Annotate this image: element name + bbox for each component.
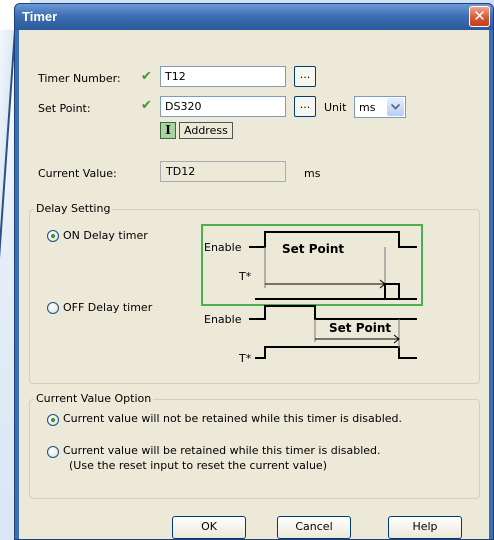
on-diagram-enable-label: Enable (204, 241, 242, 254)
not-retained-label[interactable]: Current value will not be retained while… (63, 412, 402, 425)
on-delay-label[interactable]: ON Delay timer (63, 229, 148, 242)
unit-select[interactable]: ms (354, 96, 406, 118)
delay-setting-legend: Delay Setting (34, 202, 113, 215)
off-delay-radio[interactable] (47, 302, 59, 314)
set-point-browse-button[interactable]: ... (294, 96, 316, 117)
off-diagram-enable-label: Enable (204, 313, 242, 326)
current-value-label: Current Value: (38, 167, 117, 180)
unit-label: Unit (324, 101, 347, 114)
address-button[interactable]: Address (179, 122, 233, 139)
dialog-body: Timer Number: ✔ T12 ... Set Point: ✔ DS3… (19, 30, 489, 539)
close-button[interactable]: ✕ (469, 6, 490, 27)
retained-label[interactable]: Current value will be retained while thi… (63, 444, 381, 457)
title-bar[interactable]: Timer ✕ (15, 4, 493, 30)
cancel-button[interactable]: Cancel (277, 516, 351, 539)
retained-radio[interactable] (47, 446, 59, 458)
retained-note: (Use the reset input to reset the curren… (69, 459, 327, 472)
set-point-label: Set Point: (38, 102, 91, 115)
window-title: Timer (22, 9, 58, 24)
off-delay-timing-waveform (249, 305, 417, 359)
off-delay-label[interactable]: OFF Delay timer (63, 301, 152, 314)
timer-number-input[interactable]: T12 (160, 66, 286, 87)
chevron-down-icon[interactable] (387, 98, 404, 116)
current-value-unit: ms (304, 167, 321, 180)
valid-check-icon: ✔ (141, 69, 152, 84)
set-point-input[interactable]: DS320 (160, 96, 286, 117)
ok-button[interactable]: OK (172, 516, 246, 539)
help-button[interactable]: Help (388, 516, 462, 539)
close-icon: ✕ (473, 7, 486, 25)
valid-check-icon: ✔ (141, 98, 152, 113)
timer-dialog: Timer ✕ Timer Number: ✔ T12 ... Set Poin… (14, 3, 494, 540)
on-delay-tstar-trace (255, 283, 417, 300)
not-retained-radio[interactable] (47, 414, 59, 426)
current-value-option-legend: Current Value Option (34, 392, 154, 405)
address-indicator-icon: I (160, 122, 176, 139)
current-value-field: TD12 (160, 161, 286, 182)
on-diagram-setpoint-label: Set Point (282, 242, 345, 256)
unit-select-value: ms (359, 101, 376, 114)
off-diagram-setpoint-label: Set Point (329, 321, 392, 335)
timer-number-browse-button[interactable]: ... (294, 66, 316, 87)
on-delay-radio[interactable] (47, 230, 59, 242)
timer-number-label: Timer Number: (38, 72, 121, 85)
